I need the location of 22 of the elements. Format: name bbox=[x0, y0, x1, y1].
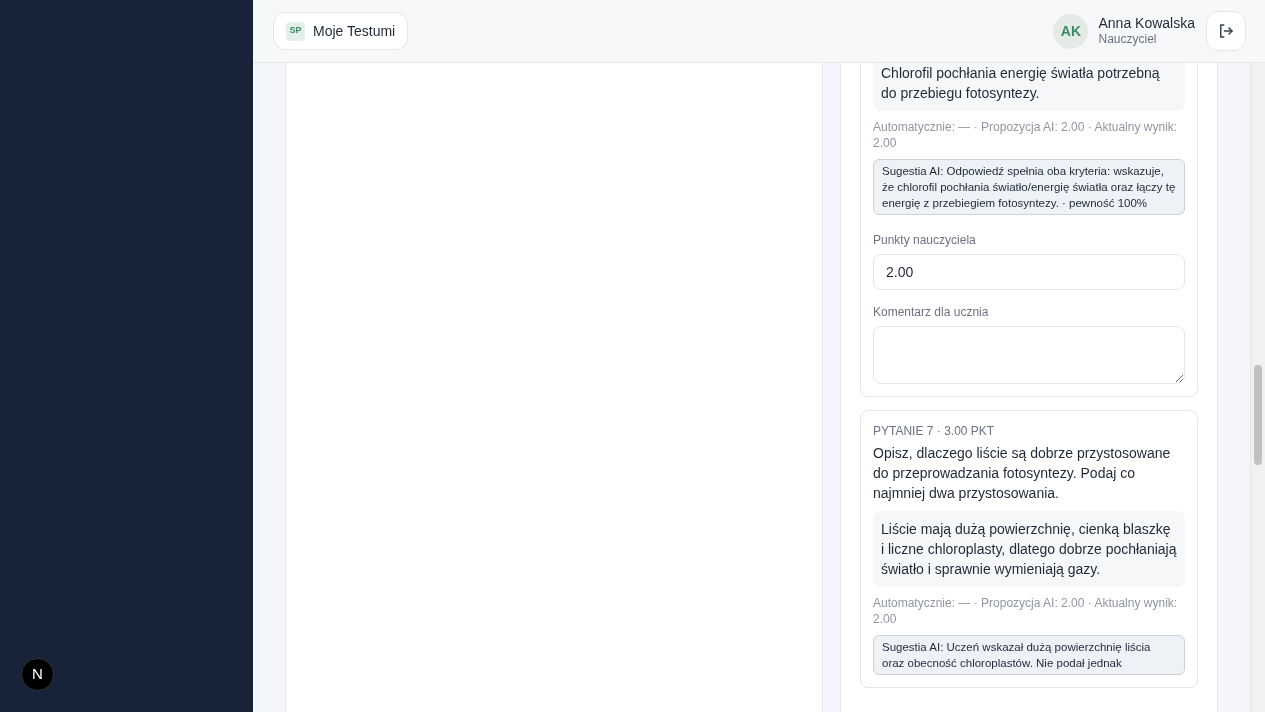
logout-icon bbox=[1217, 22, 1235, 40]
user-role: Nauczyciel bbox=[1098, 32, 1158, 48]
field-label: Punkty nauczyciela bbox=[873, 232, 977, 248]
question-text: Opisz, dlaczego liście są dobrze przystosowane do przeprowadzania fotosyntezy. Podaj co najmniej dwa przystosowania. bbox=[873, 444, 1172, 503]
comment-textarea[interactable] bbox=[873, 326, 1185, 384]
dev-badge[interactable]: N bbox=[21, 658, 54, 691]
question-heading: PYTANIE 7 · 3.00 PKT bbox=[873, 423, 996, 439]
app-title: Moje Testumi bbox=[313, 21, 396, 41]
ai-suggestion: Sugestia AI: Uczeń wskazał dużą powierzchnię liścia oraz obecność chloroplastów. Nie podał jednak bbox=[873, 635, 1185, 675]
points-input[interactable]: 2.00 bbox=[873, 254, 1185, 290]
score-summary: Automatycznie: — · Propozycja AI: 2.00 · Aktualny wynik: 2.00 bbox=[873, 595, 1179, 627]
score-summary: Automatycznie: — · Propozycja AI: 2.00 · Aktualny wynik: 2.00 bbox=[873, 119, 1179, 151]
avatar: AK bbox=[1053, 13, 1089, 49]
field-label: Komentarz dla ucznia bbox=[873, 304, 990, 320]
student-answer: Chlorofil pochłania energię światła potrzebną do przebiegu fotosyntezy. bbox=[873, 63, 1185, 111]
user-name: Anna Kowalska bbox=[1098, 14, 1195, 33]
student-answer: Liście mają dużą powierzchnię, cienką blaszkę i liczne chloroplasty, dlatego dobrze pochłaniają światło i sprawnie wymieniają gazy. bbox=[873, 511, 1185, 587]
scrollbar-thumb[interactable] bbox=[1254, 365, 1262, 465]
ai-suggestion: Sugestia AI: Odpowiedź spełnia oba kryteria: wskazuje, że chlorofil pochłania światło/energię światła oraz łączy tę energię z przebiegiem fotosyntezy. · pewność 100% bbox=[873, 159, 1185, 215]
logout-button[interactable] bbox=[1206, 11, 1246, 51]
app-badge: SP bbox=[286, 21, 305, 41]
app-title-chip[interactable]: SP Moje Testumi bbox=[273, 12, 409, 50]
